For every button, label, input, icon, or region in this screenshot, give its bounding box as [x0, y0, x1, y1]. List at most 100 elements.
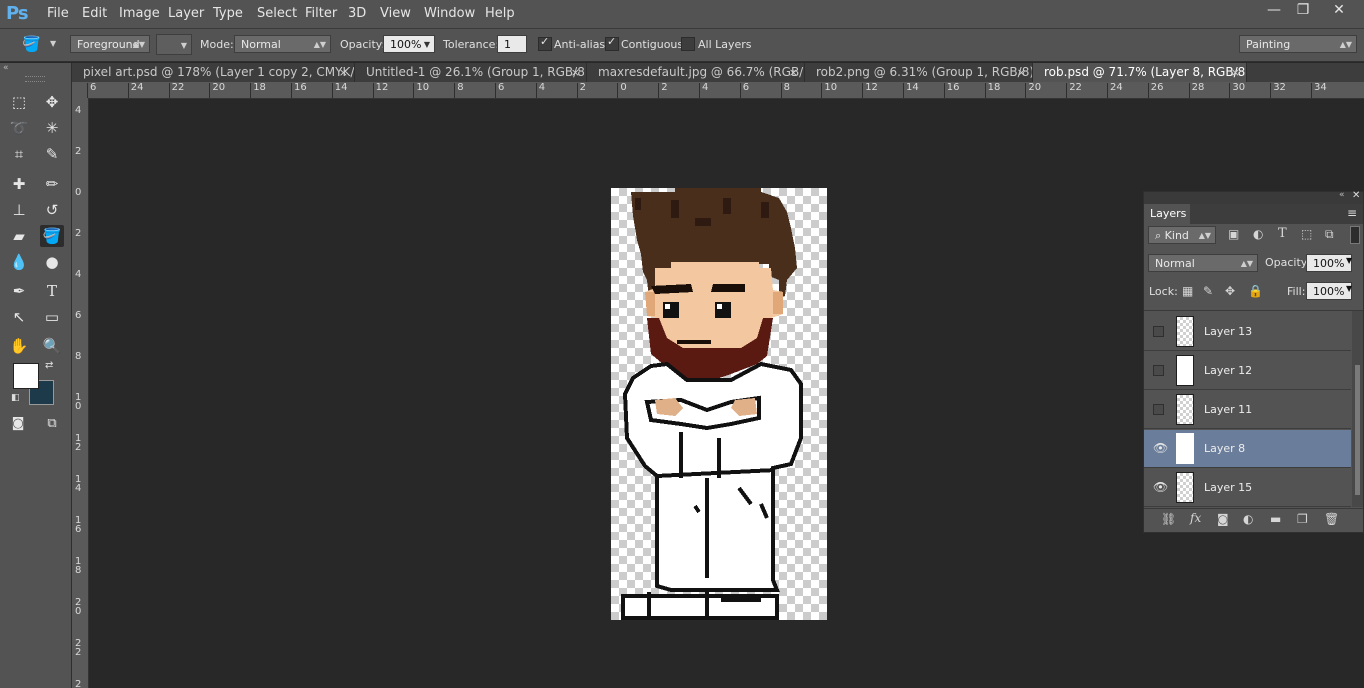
visibility-toggle[interactable]: [1153, 326, 1164, 337]
path-selection-tool-icon[interactable]: ↖: [7, 306, 31, 328]
clone-stamp-tool-icon[interactable]: ⊥: [7, 199, 31, 221]
tab-maxresdefault[interactable]: maxresdefault.jpg @ 66.7% (RGB/8) ×: [587, 63, 805, 82]
close-icon[interactable]: ×: [571, 63, 580, 82]
minimize-button[interactable]: —: [1259, 0, 1289, 20]
scrollbar-thumb[interactable]: [1355, 365, 1360, 495]
eraser-tool-icon[interactable]: ▰: [7, 225, 31, 247]
new-layer-icon[interactable]: ❐: [1297, 512, 1308, 526]
swap-colors-icon[interactable]: ⇄: [45, 360, 53, 371]
paint-bucket-tool-icon[interactable]: 🪣: [40, 225, 64, 247]
magic-wand-tool-icon[interactable]: ✳: [40, 117, 64, 139]
menu-type[interactable]: Type: [213, 6, 243, 21]
brush-tool-icon[interactable]: ✏: [40, 173, 64, 195]
close-icon[interactable]: ×: [339, 63, 348, 82]
close-icon[interactable]: ×: [1017, 63, 1026, 82]
move-tool-icon[interactable]: ✥: [40, 91, 64, 113]
menu-file[interactable]: File: [47, 6, 69, 21]
hand-tool-icon[interactable]: ✋: [7, 335, 31, 357]
grip-icon[interactable]: [25, 76, 45, 82]
pattern-picker[interactable]: ▼: [156, 34, 192, 55]
adjustment-filter-icon[interactable]: ◐: [1253, 227, 1263, 241]
foreground-color-swatch-front[interactable]: [13, 363, 39, 389]
history-brush-tool-icon[interactable]: ↺: [40, 199, 64, 221]
smart-object-filter-icon[interactable]: ⧉: [1325, 227, 1334, 242]
layers-tab[interactable]: Layers: [1144, 204, 1190, 224]
close-window-button[interactable]: ✕: [1324, 0, 1354, 20]
adjustment-icon[interactable]: ◐: [1243, 512, 1253, 526]
trash-icon[interactable]: 🗑: [1324, 512, 1339, 526]
pixel-filter-icon[interactable]: ▣: [1228, 227, 1239, 241]
document-canvas[interactable]: [611, 188, 827, 620]
shape-filter-icon[interactable]: ⬚: [1301, 227, 1312, 241]
type-filter-icon[interactable]: T: [1278, 226, 1287, 241]
close-icon[interactable]: ×: [1231, 63, 1240, 82]
menu-image[interactable]: Image: [119, 6, 160, 21]
filter-toggle[interactable]: [1350, 226, 1360, 244]
menu-filter[interactable]: Filter: [305, 6, 337, 21]
layer-row-layer-11[interactable]: Layer 11: [1144, 391, 1351, 429]
lock-all-icon[interactable]: 🔒: [1248, 284, 1263, 298]
menu-edit[interactable]: Edit: [82, 6, 107, 21]
blend-mode-dropdown[interactable]: Normal ▲▼: [1148, 254, 1258, 272]
anti-alias-checkbox[interactable]: [538, 35, 552, 51]
close-icon[interactable]: ×: [789, 63, 798, 82]
layer-row-layer-12[interactable]: Layer 12: [1144, 352, 1351, 390]
visibility-toggle[interactable]: [1153, 365, 1164, 376]
healing-brush-tool-icon[interactable]: ✚: [7, 173, 31, 195]
layer-row-layer-15[interactable]: 👁 Layer 15: [1144, 469, 1351, 507]
lock-position-icon[interactable]: ✥: [1225, 284, 1235, 298]
menu-layer[interactable]: Layer: [168, 6, 204, 21]
layer-row-layer-8[interactable]: 👁 Layer 8: [1144, 430, 1351, 468]
fill-source-dropdown[interactable]: Foreground ▲▼: [70, 35, 150, 53]
eyedropper-tool-icon[interactable]: ✎: [40, 143, 64, 165]
default-colors-icon[interactable]: ◧: [11, 393, 20, 403]
screen-mode-icon[interactable]: ⧉: [40, 413, 64, 435]
collapse-panel-icon[interactable]: «: [1339, 190, 1345, 200]
rectangle-tool-icon[interactable]: ▭: [40, 306, 64, 328]
menu-help[interactable]: Help: [485, 6, 515, 21]
filter-kind-dropdown[interactable]: ⌕ Kind ▲▼: [1148, 226, 1216, 244]
tab-rob[interactable]: rob.psd @ 71.7% (Layer 8, RGB/8) * ×: [1033, 63, 1247, 82]
crop-tool-icon[interactable]: ⌗: [7, 143, 31, 165]
tab-untitled-1[interactable]: Untitled-1 @ 26.1% (Group 1, RGB/8) * ×: [355, 63, 587, 82]
eye-icon[interactable]: 👁: [1153, 442, 1168, 454]
menu-view[interactable]: View: [380, 6, 411, 21]
contiguous-checkbox[interactable]: [605, 35, 619, 51]
lock-image-pixels-icon[interactable]: ✎: [1203, 284, 1213, 298]
layer-list-scrollbar[interactable]: [1352, 311, 1363, 507]
menu-window[interactable]: Window: [424, 6, 475, 21]
close-icon[interactable]: ✕: [1352, 190, 1360, 201]
mode-dropdown[interactable]: Normal ▲▼: [234, 35, 331, 53]
mask-icon[interactable]: ◙: [1217, 512, 1229, 526]
menu-select[interactable]: Select: [257, 6, 297, 21]
folder-icon[interactable]: ▬: [1270, 512, 1281, 526]
lock-transparent-pixels-icon[interactable]: ▦: [1182, 284, 1193, 298]
menu-3d[interactable]: 3D: [348, 6, 366, 21]
layer-row-layer-13[interactable]: Layer 13: [1144, 313, 1351, 351]
collapse-panel-icon[interactable]: «: [3, 63, 9, 73]
pen-tool-icon[interactable]: ✒: [7, 280, 31, 302]
tolerance-input[interactable]: 1: [497, 35, 527, 53]
quick-mask-icon[interactable]: ◙: [6, 413, 30, 435]
blur-tool-icon[interactable]: 💧: [7, 251, 31, 273]
marquee-tool-icon[interactable]: ⬚: [7, 91, 31, 113]
paint-bucket-tool-icon[interactable]: 🪣: [22, 35, 41, 53]
lasso-tool-icon[interactable]: ➰: [7, 117, 31, 139]
link-icon[interactable]: ⛓: [1161, 512, 1176, 526]
zoom-tool-icon[interactable]: 🔍: [40, 335, 64, 357]
tab-rob2[interactable]: rob2.png @ 6.31% (Group 1, RGB/8) * ×: [805, 63, 1033, 82]
dodge-tool-icon[interactable]: ●: [40, 251, 64, 273]
fx-icon[interactable]: fx: [1190, 511, 1201, 525]
chevron-down-icon[interactable]: ▼: [1346, 256, 1352, 265]
tool-preset-dropdown-icon[interactable]: ▼: [50, 39, 56, 48]
eye-icon[interactable]: 👁: [1153, 481, 1168, 493]
tab-pixel-art[interactable]: pixel art.psd @ 178% (Layer 1 copy 2, CM…: [72, 63, 355, 82]
chevron-down-icon[interactable]: ▼: [1346, 284, 1352, 293]
restore-button[interactable]: ❐: [1288, 0, 1318, 20]
visibility-toggle[interactable]: [1153, 404, 1164, 415]
all-layers-checkbox[interactable]: [681, 37, 695, 51]
workspace-dropdown[interactable]: Painting ▲▼: [1239, 35, 1357, 53]
opacity-input[interactable]: 100% ▼: [383, 35, 435, 53]
type-tool-icon[interactable]: T: [40, 280, 64, 302]
panel-menu-icon[interactable]: ≡: [1347, 206, 1357, 220]
